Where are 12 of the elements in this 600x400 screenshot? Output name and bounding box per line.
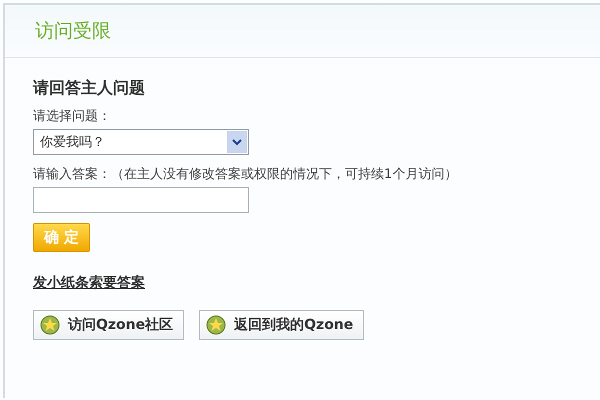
answer-field[interactable] bbox=[33, 187, 249, 213]
chevron-down-icon bbox=[232, 138, 242, 146]
section-heading: 请回答主人问题 bbox=[33, 78, 145, 99]
page-title: 访问受限 bbox=[35, 19, 111, 44]
request-answer-link[interactable]: 发小纸条索要答案 bbox=[33, 274, 145, 292]
question-dropdown[interactable]: 你爱我吗？ bbox=[33, 129, 249, 155]
nav-button[interactable]: 访问Qzone社区 bbox=[33, 310, 184, 340]
star-badge-icon bbox=[40, 315, 60, 335]
nav-button[interactable]: 返回到我的Qzone bbox=[199, 310, 364, 340]
answer-label: 请输入答案：（在主人没有修改答案或权限的情况下，可持续1个月访问） bbox=[33, 166, 458, 183]
question-label: 请选择问题： bbox=[33, 108, 111, 125]
star-badge-icon bbox=[206, 315, 226, 335]
